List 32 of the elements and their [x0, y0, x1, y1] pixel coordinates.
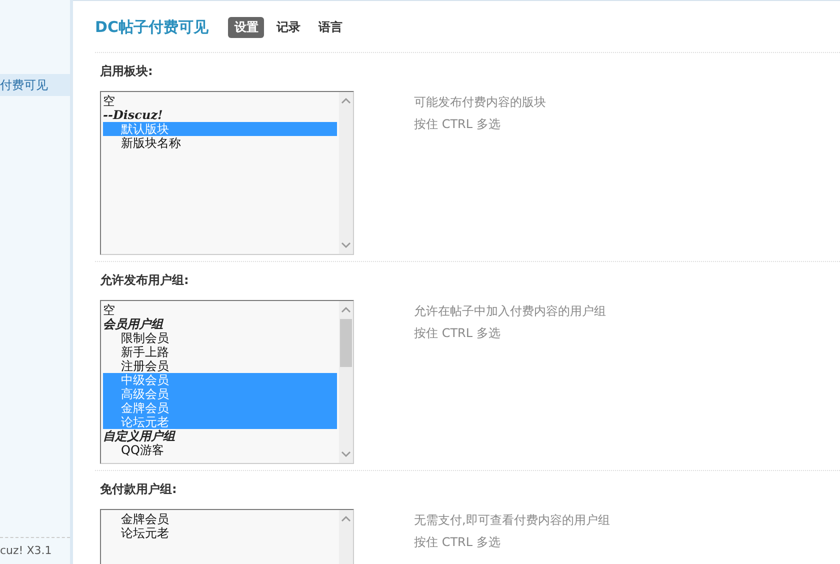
field-label: 免付款用户组:	[100, 481, 178, 498]
multi-select-list[interactable]: 空 --Discuz! 默认版块 新版块名称	[100, 91, 354, 255]
scrollbar[interactable]	[339, 92, 353, 254]
hint-text: 按住 CTRL 多选	[414, 116, 502, 133]
hint-text: 允许在帖子中加入付费内容的用户组	[414, 303, 606, 320]
list-option[interactable]: 论坛元老	[103, 526, 337, 540]
multi-select-list[interactable]: 空 会员用户组 限制会员 新手上路 注册会员 中级会员 高级会员 金牌会员 论坛元老 自定义用户组 QQ游客	[100, 300, 354, 464]
scrollbar[interactable]	[339, 301, 353, 463]
list-option[interactable]: 新版块名称	[103, 136, 337, 150]
hint-text: 按住 CTRL 多选	[414, 325, 502, 342]
list-option[interactable]: 金牌会员	[103, 512, 337, 526]
tab[interactable]: 记录	[270, 17, 306, 38]
list-option[interactable]: 新手上路	[103, 345, 337, 359]
field-label: 启用板块:	[100, 63, 154, 80]
list-option[interactable]: 空	[103, 303, 337, 317]
option-group-label: 会员用户组	[103, 317, 164, 331]
list-option[interactable]: 空	[103, 94, 337, 108]
option-group-label: 自定义用户组	[103, 429, 176, 443]
list-option[interactable]: 限制会员	[103, 331, 337, 345]
hint-text: 可能发布付费内容的版块	[414, 94, 546, 111]
field-label: 允许发布用户组:	[100, 272, 190, 289]
page-title: DC帖子付费可见	[95, 18, 208, 37]
version-text: cuz! X3.1	[0, 537, 70, 562]
list-option[interactable]: QQ游客	[103, 443, 337, 457]
tab[interactable]: 语言	[312, 17, 348, 38]
multi-select-list[interactable]: 金牌会员 论坛元老	[100, 509, 354, 564]
hint-text: 按住 CTRL 多选	[414, 534, 502, 551]
sidebar-item[interactable]: 付费可见	[0, 74, 70, 96]
option-group-label: --Discuz!	[103, 108, 164, 122]
tab[interactable]: 设置	[228, 17, 264, 38]
list-option[interactable]: 注册会员	[103, 359, 337, 373]
hint-text: 无需支付,即可查看付费内容的用户组	[414, 512, 610, 529]
